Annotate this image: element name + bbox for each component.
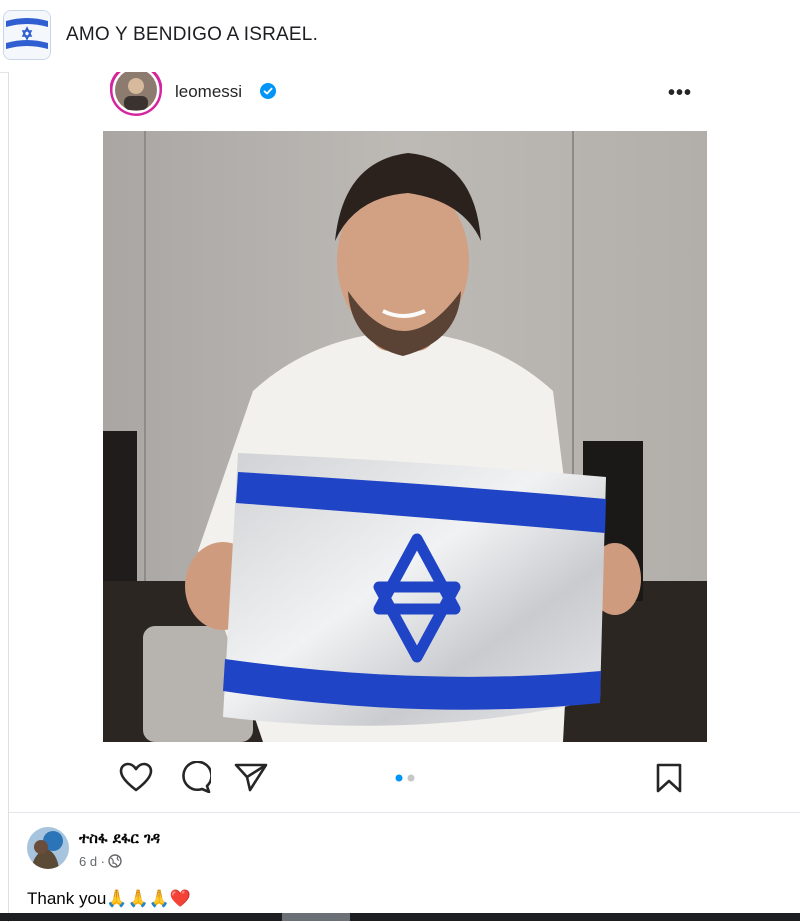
commenter-name[interactable]: ተስፋ ደፋር ገዳ <box>79 829 160 847</box>
commenter-avatar[interactable] <box>27 827 69 869</box>
instagram-embed: leomessi ••• <box>8 72 800 812</box>
carousel-dot <box>407 774 415 782</box>
share-icon[interactable] <box>234 762 268 792</box>
carousel-indicator <box>395 769 419 787</box>
carousel-dot-active <box>395 774 403 782</box>
instagram-username[interactable]: leomessi <box>175 82 242 102</box>
more-options-button[interactable]: ••• <box>668 83 692 103</box>
post-photo[interactable] <box>103 131 707 742</box>
post-text: AMO Y BENDIGO A ISRAEL. <box>66 24 319 45</box>
instagram-avatar[interactable] <box>110 72 162 116</box>
page-avatar[interactable] <box>3 10 51 60</box>
post-header: AMO Y BENDIGO A ISRAEL. <box>0 0 800 73</box>
taskbar-item[interactable] <box>282 913 350 921</box>
window-bottom-bar <box>0 913 800 921</box>
israel-flag-icon <box>4 11 50 59</box>
comment: ተስፋ ደፋር ገዳ 6 d · Thank you🙏🙏🙏❤️ <box>8 812 800 922</box>
heart-icon[interactable] <box>119 762 153 792</box>
comment-timestamp[interactable]: 6 d · <box>79 854 105 869</box>
comment-text: Thank you🙏🙏🙏❤️ <box>27 889 192 908</box>
verified-badge-icon <box>260 83 276 99</box>
globe-icon <box>108 854 122 868</box>
bookmark-icon[interactable] <box>654 762 684 794</box>
comment-icon[interactable] <box>177 761 211 793</box>
